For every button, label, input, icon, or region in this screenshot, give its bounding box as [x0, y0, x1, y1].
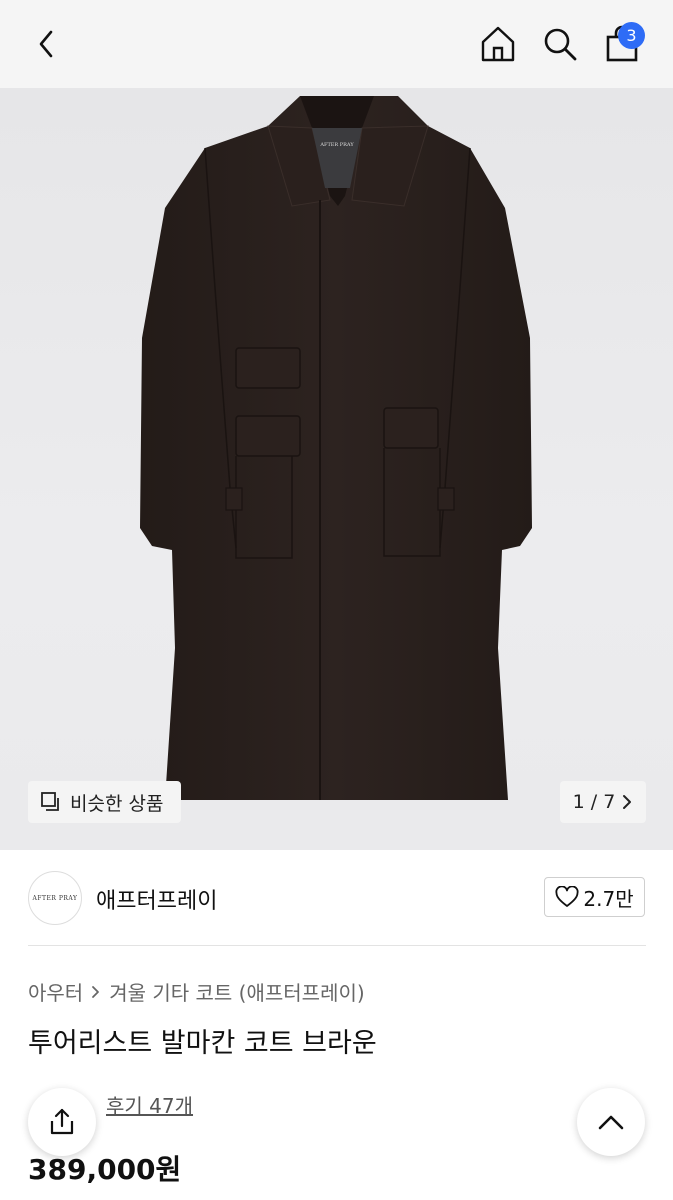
review-link[interactable]: 후기 47개 [106, 1090, 193, 1119]
image-pager[interactable]: 1 / 7 [560, 781, 646, 823]
search-icon [544, 28, 577, 61]
search-button[interactable] [535, 18, 585, 70]
brand-name[interactable]: 애프터프레이 [96, 883, 217, 915]
similar-items-label: 비슷한 상품 [70, 792, 164, 815]
similar-items-button[interactable]: 비슷한 상품 [28, 781, 181, 823]
like-button[interactable]: 2.7만 [544, 877, 645, 917]
chevron-left-icon [39, 30, 53, 58]
back-button[interactable] [22, 18, 72, 70]
chevron-up-icon [598, 1115, 624, 1130]
pager-text: 1 / 7 [572, 791, 616, 813]
coat-label-text: AFTER PRAY [319, 142, 354, 148]
brand-logo-text: AFTER PRAY [32, 894, 78, 902]
home-icon [481, 26, 515, 62]
breadcrumb-parent[interactable]: 아우터 [28, 977, 83, 1006]
cart-count-badge: 3 [618, 22, 645, 49]
heart-icon [555, 886, 579, 907]
breadcrumb: 아우터 겨울 기타 코트 (애프터프레이) [28, 977, 365, 1006]
chevron-right-icon [623, 795, 632, 809]
product-image-coat: AFTER PRAY [140, 96, 532, 800]
chevron-right-icon [92, 985, 100, 998]
top-navigation-bar: 3 [0, 0, 673, 88]
share-button[interactable] [28, 1088, 96, 1156]
scroll-top-button[interactable] [577, 1088, 645, 1156]
share-icon [50, 1108, 74, 1135]
like-count: 2.7만 [583, 886, 634, 911]
product-image-gallery[interactable]: AFTER PRAY [0, 88, 673, 850]
breadcrumb-child[interactable]: 겨울 기타 코트 (애프터프레이) [109, 977, 364, 1006]
product-title: 투어리스트 발마칸 코트 브라운 [28, 1028, 377, 1059]
home-button[interactable] [473, 18, 523, 70]
similar-items-icon [41, 792, 59, 811]
section-divider [28, 945, 646, 946]
brand-logo[interactable]: AFTER PRAY [28, 871, 82, 925]
